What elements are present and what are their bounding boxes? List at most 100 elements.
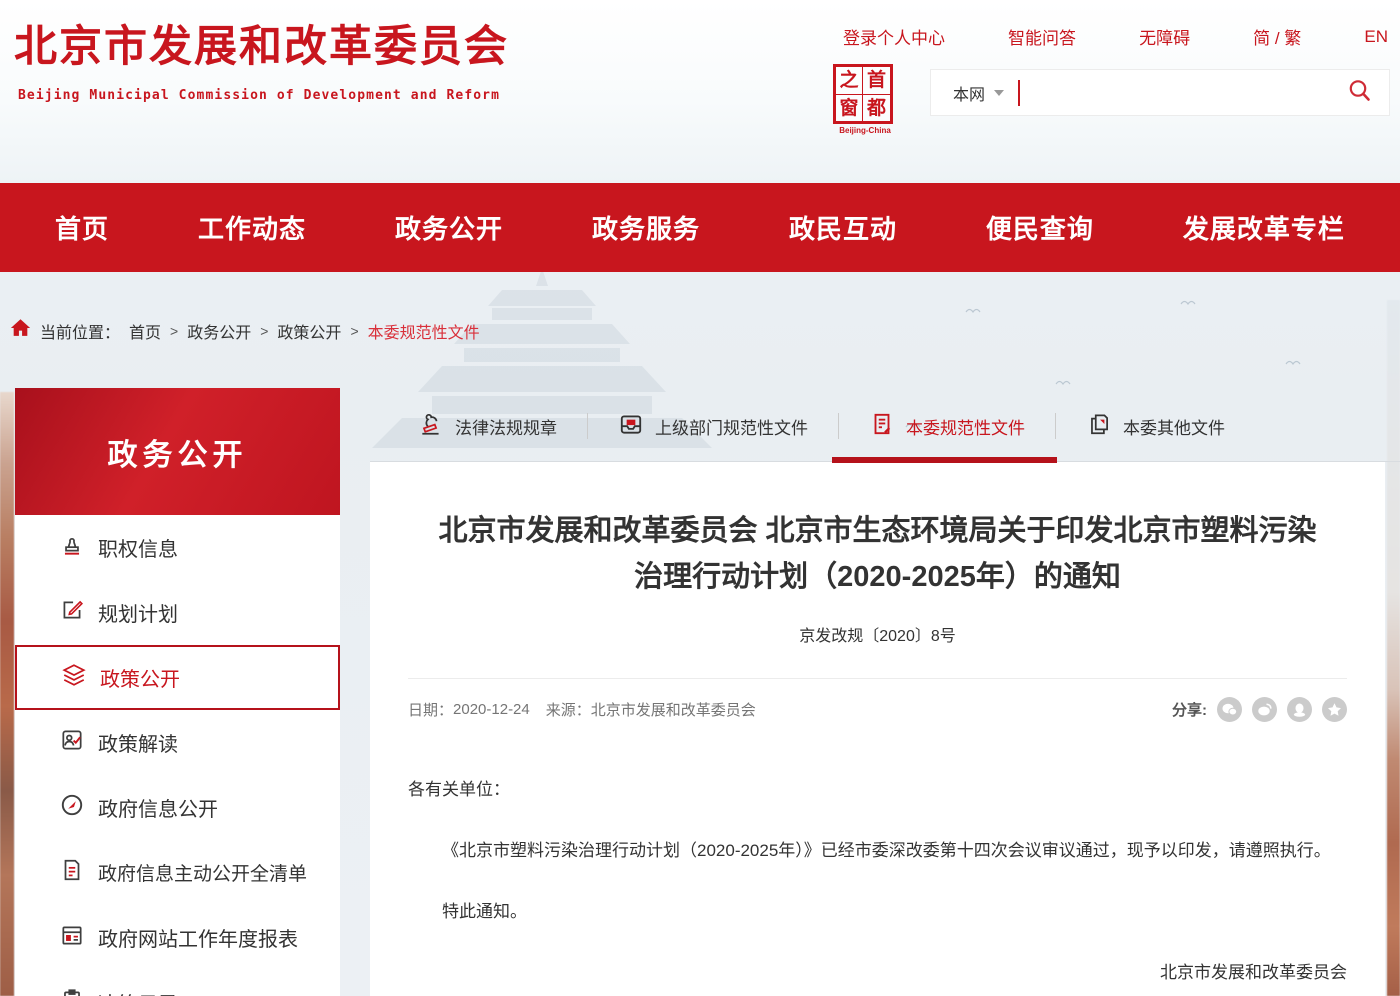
sidebar-item-authority-info[interactable]: 职权信息 <box>15 515 340 580</box>
sidebar-item-label: 政策公开 <box>100 663 180 692</box>
seal-char: 之 <box>836 67 863 95</box>
home-icon[interactable] <box>10 318 31 343</box>
nav-item-government-disclosure[interactable]: 政务公开 <box>395 209 503 246</box>
article-body: 各有关单位： 《北京市塑料污染治理行动计划（2020-2025年）》已经市委深改… <box>408 766 1347 996</box>
tab-label: 上级部门规范性文件 <box>655 414 808 439</box>
wechat-share-icon[interactable] <box>1217 697 1242 722</box>
paragraph: 《北京市塑料污染治理行动计划（2020-2025年）》已经市委深改委第十四次会议… <box>408 827 1347 874</box>
weibo-share-icon[interactable] <box>1252 697 1277 722</box>
sidebar-item-label: 政府信息公开 <box>98 793 218 822</box>
sidebar-item-government-info-disclosure[interactable]: 政府信息公开 <box>15 775 340 840</box>
breadcrumb-link-home[interactable]: 首页 <box>129 319 161 343</box>
sidebar-list: 职权信息 规划计划 政 <box>15 515 340 996</box>
share-label: 分享: <box>1172 699 1207 720</box>
tab-committee-other-docs[interactable]: 本委其他文件 <box>1056 411 1255 442</box>
sidebar-item-label: 政府信息主动公开全清单 <box>98 859 307 886</box>
sidebar-item-label: 规划计划 <box>98 598 178 627</box>
sidebar: 政务公开 职权信息 <box>15 388 340 996</box>
article-panel: 北京市发展和改革委员会 北京市生态环境局关于印发北京市塑料污染治理行动计划（20… <box>370 462 1385 996</box>
main-nav: 首页 工作动态 政务公开 政务服务 政民互动 便民查询 发展改革专栏 <box>0 183 1400 272</box>
other-files-icon <box>1086 411 1112 442</box>
tabs-bar: 法律法规规章 上级部门规范性文件 <box>370 390 1385 462</box>
article-source: 北京市发展和改革委员会 <box>591 699 756 720</box>
law-stamp-icon <box>418 411 444 442</box>
bird-icon <box>1180 292 1196 310</box>
qq-share-icon[interactable] <box>1287 697 1312 722</box>
annual-report-icon <box>59 922 85 954</box>
active-tab-underline <box>832 457 1057 463</box>
top-link-english[interactable]: EN <box>1364 27 1388 47</box>
sidebar-item-label: 政府网站工作年度报表 <box>98 923 298 952</box>
main-content: 法律法规规章 上级部门规范性文件 <box>370 390 1385 996</box>
tab-label: 本委其他文件 <box>1123 414 1225 439</box>
paragraph: 特此通知。 <box>408 888 1347 935</box>
sidebar-item-label: 决策目录 <box>98 988 178 996</box>
breadcrumb-link-policy-disclosure[interactable]: 政策公开 <box>277 319 341 343</box>
site-subtitle: Beijing Municipal Commission of Developm… <box>18 88 500 103</box>
sidebar-item-policy-interpretation[interactable]: 政策解读 <box>15 710 340 775</box>
breadcrumb-current: 本委规范性文件 <box>368 319 480 343</box>
article-meta-left: 日期： 2020-12-24 来源： 北京市发展和改革委员会 <box>408 699 756 720</box>
clipboard-icon <box>59 987 85 996</box>
breadcrumb-separator: > <box>260 323 268 339</box>
top-link-accessibility[interactable]: 无障碍 <box>1139 24 1190 49</box>
person-check-icon <box>59 727 85 759</box>
sidebar-item-label: 职权信息 <box>98 533 178 562</box>
tab-laws-regulations[interactable]: 法律法规规章 <box>388 411 587 442</box>
qzone-share-icon[interactable] <box>1322 697 1347 722</box>
date-label: 日期： <box>408 699 453 720</box>
top-link-simplified-traditional[interactable]: 简 / 繁 <box>1253 24 1301 49</box>
breadcrumb: 当前位置： 首页 > 政务公开 > 政策公开 > 本委规范性文件 <box>10 318 480 343</box>
search-button[interactable] <box>1346 77 1373 109</box>
sidebar-item-policy-disclosure[interactable]: 政策公开 <box>15 645 340 710</box>
sidebar-item-planning[interactable]: 规划计划 <box>15 580 340 645</box>
signature: 北京市发展和改革委员会 <box>408 949 1347 996</box>
breadcrumb-separator: > <box>350 323 358 339</box>
article-date: 2020-12-24 <box>453 701 530 718</box>
seal-caption: Beijing-China <box>833 126 897 135</box>
stamp-icon <box>59 532 85 564</box>
seal-char: 首 <box>863 67 890 95</box>
sidebar-title: 政务公开 <box>15 388 340 515</box>
tab-superior-normative-docs[interactable]: 上级部门规范性文件 <box>588 411 838 442</box>
breadcrumb-label: 当前位置： <box>40 319 120 343</box>
sidebar-item-decision-catalog[interactable]: 决策目录 <box>15 970 340 996</box>
nav-item-home[interactable]: 首页 <box>55 209 109 246</box>
bird-icon <box>965 300 981 318</box>
tab-label: 本委规范性文件 <box>906 414 1025 439</box>
top-links: 登录个人中心 智能问答 无障碍 简 / 繁 EN <box>843 24 1388 49</box>
top-link-login-personal-center[interactable]: 登录个人中心 <box>843 24 945 49</box>
document-list-icon <box>59 857 85 889</box>
nav-item-development-reform-column[interactable]: 发展改革专栏 <box>1183 209 1345 246</box>
capital-window-seal-logo[interactable]: 之 首 窗 都 Beijing-China <box>833 64 897 135</box>
sidebar-item-proactive-disclosure-list[interactable]: 政府信息主动公开全清单 <box>15 840 340 905</box>
tab-label: 法律法规规章 <box>455 414 557 439</box>
search-scope-label: 本网 <box>953 81 985 105</box>
nav-item-work-dynamics[interactable]: 工作动态 <box>198 209 306 246</box>
seal-char: 都 <box>863 95 890 122</box>
sidebar-title-label: 政务公开 <box>108 430 248 474</box>
nav-item-convenience-query[interactable]: 便民查询 <box>986 209 1094 246</box>
seal-box: 之 首 窗 都 <box>833 64 893 124</box>
tab-committee-normative-docs[interactable]: 本委规范性文件 <box>839 411 1055 442</box>
compass-icon <box>59 792 85 824</box>
source-label: 来源： <box>546 699 591 720</box>
sidebar-item-website-annual-report[interactable]: 政府网站工作年度报表 <box>15 905 340 970</box>
layers-icon <box>61 662 87 694</box>
article-title: 北京市发展和改革委员会 北京市生态环境局关于印发北京市塑料污染治理行动计划（20… <box>438 508 1318 600</box>
plan-edit-icon <box>59 597 85 629</box>
nav-item-public-interaction[interactable]: 政民互动 <box>789 209 897 246</box>
top-link-smart-qa[interactable]: 智能问答 <box>1008 24 1076 49</box>
right-photo-strip <box>1387 300 1400 996</box>
bird-icon <box>1285 352 1301 370</box>
seal-char: 窗 <box>836 95 863 122</box>
breadcrumb-link-government-disclosure[interactable]: 政务公开 <box>187 319 251 343</box>
left-photo-strip <box>0 392 14 996</box>
search-scope-dropdown[interactable]: 本网 <box>931 81 1018 105</box>
site-title: 北京市发展和改革委员会 <box>14 12 509 74</box>
salutation: 各有关单位： <box>408 766 1347 813</box>
breadcrumb-separator: > <box>170 323 178 339</box>
nav-item-government-services[interactable]: 政务服务 <box>592 209 700 246</box>
search-bar: 本网 <box>930 69 1390 116</box>
search-input[interactable] <box>1020 73 1346 113</box>
